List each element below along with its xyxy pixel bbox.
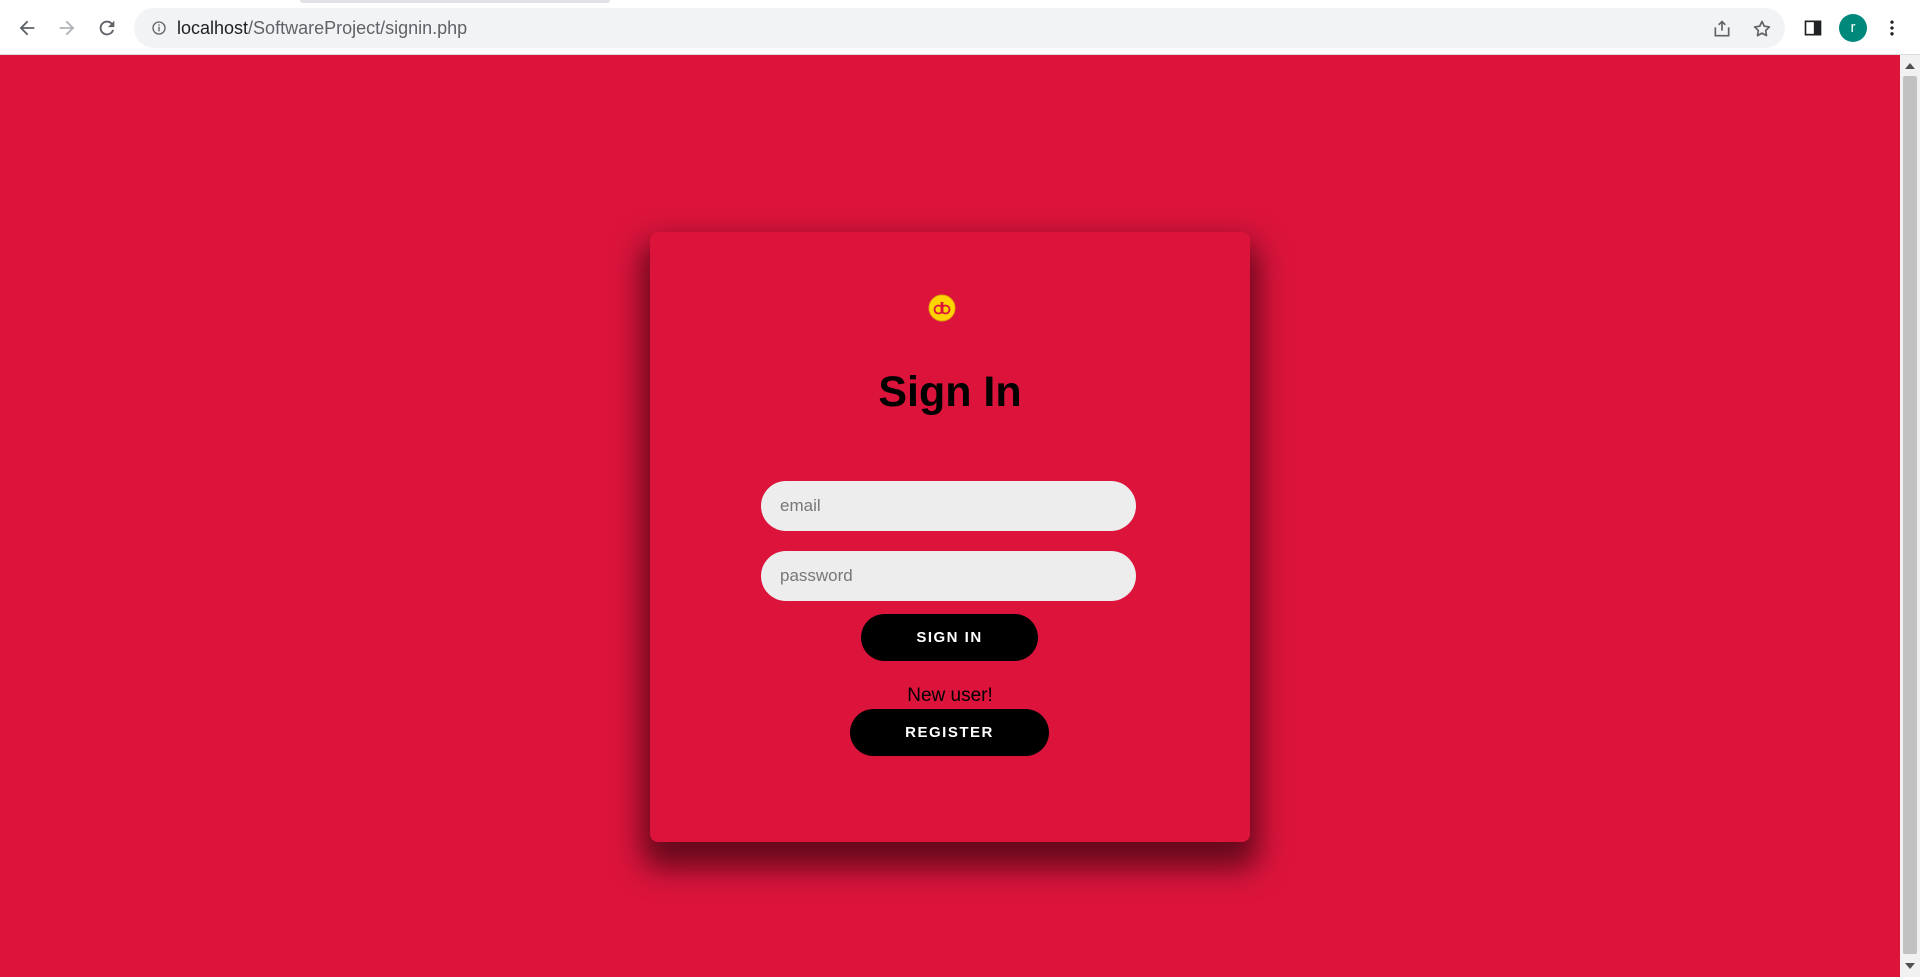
info-icon [152, 21, 166, 35]
more-vert-icon [1890, 20, 1894, 36]
password-field[interactable] [761, 551, 1136, 601]
browser-toolbar: localhost/SoftwareProject/signin.php r [0, 0, 1920, 55]
page-title: Sign In [878, 368, 1022, 416]
forward-arrow-icon [59, 20, 75, 36]
menu-button[interactable] [1880, 16, 1904, 40]
back-button[interactable] [11, 12, 43, 44]
page-scrollbar[interactable] [1900, 55, 1920, 977]
back-arrow-icon [19, 20, 35, 36]
share-icon [1714, 20, 1730, 37]
email-field[interactable] [761, 481, 1136, 531]
scroll-down-arrow[interactable] [1905, 963, 1915, 969]
reload-button[interactable] [91, 12, 123, 44]
reload-icon [99, 20, 115, 36]
bookmark-button[interactable] [1751, 18, 1773, 40]
tab-strip-edge [300, 0, 610, 3]
url-path: /SoftwareProject/signin.php [248, 18, 468, 38]
star-icon [1753, 20, 1771, 37]
forward-button[interactable] [51, 12, 83, 44]
scroll-thumb[interactable] [1903, 76, 1917, 954]
share-button[interactable] [1711, 18, 1733, 40]
side-panel-icon [1804, 20, 1822, 36]
page-viewport: Sign In SIGN IN New user! REGISTER [0, 55, 1900, 977]
url-host: localhost [177, 18, 249, 38]
register-button[interactable]: REGISTER [850, 709, 1049, 756]
signin-card: Sign In SIGN IN New user! REGISTER [650, 232, 1250, 842]
new-user-text: New user! [907, 685, 993, 706]
url-text: localhost/SoftwareProject/signin.php [177, 18, 467, 38]
side-panel-button[interactable] [1801, 16, 1825, 40]
avatar[interactable]: r [1839, 14, 1867, 42]
logo-icon [928, 294, 956, 322]
scroll-up-arrow[interactable] [1905, 63, 1915, 69]
address-bar[interactable]: localhost/SoftwareProject/signin.php [134, 8, 1785, 48]
site-info-button[interactable] [149, 18, 169, 38]
sign-in-button[interactable]: SIGN IN [861, 614, 1038, 661]
